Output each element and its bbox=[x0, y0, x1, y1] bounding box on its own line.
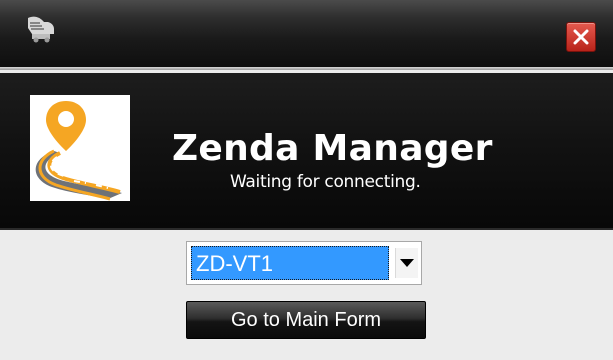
title-bar[interactable] bbox=[0, 0, 613, 70]
header-banner: Zenda Manager Waiting for connecting. bbox=[0, 73, 613, 230]
device-select-dropdown-button[interactable] bbox=[395, 248, 418, 278]
map-pin-road-icon bbox=[30, 95, 130, 201]
main-window: Zenda Manager Waiting for connecting. ZD… bbox=[0, 0, 613, 360]
device-select[interactable]: ZD-VT1 bbox=[186, 241, 422, 285]
connection-status: Waiting for connecting. bbox=[230, 172, 421, 192]
go-to-main-form-button[interactable]: Go to Main Form bbox=[186, 301, 426, 339]
close-button[interactable] bbox=[566, 22, 596, 52]
chevron-down-icon bbox=[400, 259, 414, 267]
app-title: Zenda Manager bbox=[172, 128, 493, 169]
device-select-value[interactable]: ZD-VT1 bbox=[191, 246, 389, 280]
app-icon bbox=[22, 14, 58, 44]
close-icon bbox=[573, 29, 589, 45]
